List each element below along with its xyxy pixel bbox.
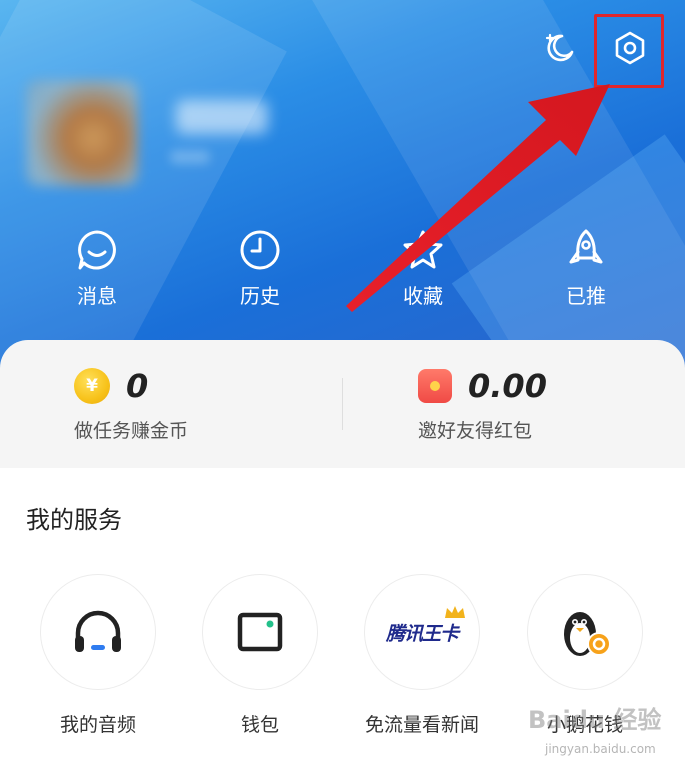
message-icon [52, 226, 142, 274]
settings-highlight-box [594, 14, 664, 88]
quick-action-label: 已推 [566, 284, 606, 308]
clock-icon [215, 226, 305, 274]
service-free-data-news[interactable]: 腾讯王卡 免流量看新闻 [364, 574, 480, 737]
wallet-icon [202, 574, 318, 690]
service-label: 免流量看新闻 [364, 714, 479, 736]
headphones-icon [40, 574, 156, 690]
coin-icon: ¥ [74, 368, 110, 404]
service-label: 钱包 [240, 714, 279, 736]
service-wallet[interactable]: 钱包 [202, 574, 318, 737]
service-label: 我的音频 [59, 714, 136, 736]
quick-action-label: 消息 [77, 284, 117, 308]
tencent-king-card-icon: 腾讯王卡 [364, 574, 480, 690]
quick-action-label: 收藏 [403, 284, 443, 308]
profile-screen: 消息 历史 收藏 已推 ¥ 0 做任务赚金币 0.00 邀好友得红包 我的服务 … [0, 0, 685, 777]
divider [342, 378, 343, 430]
service-my-audio[interactable]: 我的音频 [40, 574, 156, 737]
avatar[interactable] [26, 80, 138, 186]
quick-action-history[interactable]: 历史 [215, 226, 305, 309]
star-icon [378, 226, 468, 274]
quick-actions: 消息 历史 收藏 已推 [0, 226, 685, 316]
user-subtitle-blurred [170, 150, 210, 164]
king-card-logo-text: 腾讯王卡 [385, 622, 459, 645]
services-title: 我的服务 [26, 506, 122, 534]
watermark: Baidu 经验 [528, 706, 662, 734]
rocket-icon [541, 226, 631, 274]
quick-action-label: 历史 [240, 284, 280, 308]
username-blurred[interactable] [176, 100, 268, 134]
red-packet-label: 邀好友得红包 [418, 420, 533, 442]
coins-task[interactable]: ¥ 0 做任务赚金币 [74, 366, 188, 443]
quick-action-pushed[interactable]: 已推 [541, 226, 631, 309]
night-mode-icon[interactable] [540, 28, 580, 68]
red-packet-invite[interactable]: 0.00 邀好友得红包 [418, 366, 547, 443]
coin-label: 做任务赚金币 [74, 420, 189, 442]
red-packet-value: 0.00 [468, 367, 547, 405]
coin-value: 0 [126, 367, 149, 405]
red-packet-icon [418, 369, 452, 403]
quick-action-messages[interactable]: 消息 [52, 226, 142, 309]
penguin-coin-icon [527, 574, 643, 690]
quick-action-favorites[interactable]: 收藏 [378, 226, 468, 309]
watermark-url: jingyan.baidu.com [545, 742, 656, 756]
